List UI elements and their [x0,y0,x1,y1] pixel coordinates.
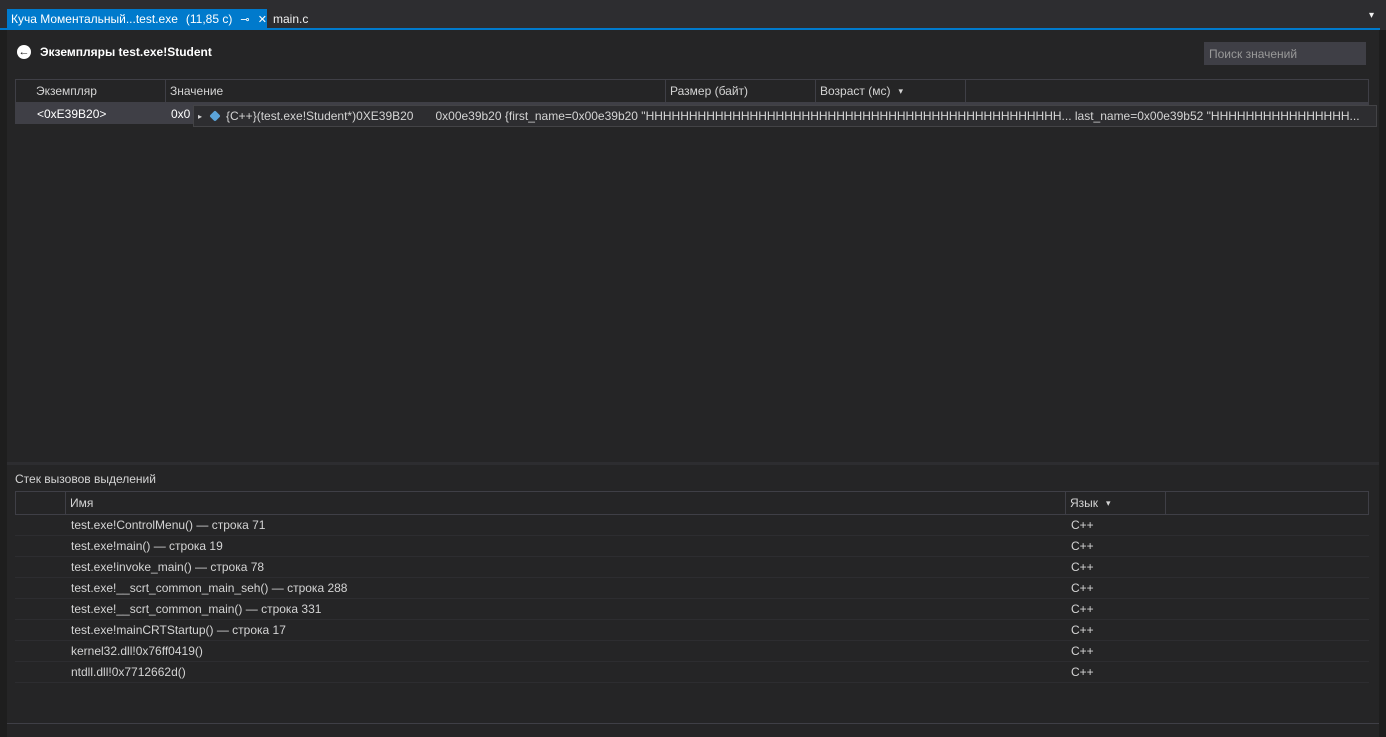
bottom-status-strip [7,723,1379,737]
frame-language: C++ [1071,665,1094,679]
column-header-instance[interactable]: Экземпляр [16,80,166,102]
frame-name: test.exe!__scrt_common_main_seh() — стро… [71,581,348,595]
page-title: Экземпляры test.exe!Student [40,45,212,59]
frame-language: C++ [1071,539,1094,553]
close-icon[interactable]: ✕ [258,13,267,26]
tab-duration: (11,85 с) [185,12,233,26]
pane-splitter[interactable] [7,462,1379,465]
instance-value: 0x0 [171,106,191,121]
chevron-down-icon[interactable]: ▾ [1369,10,1374,21]
table-row[interactable]: test.exe!__scrt_common_main_seh() — стро… [15,578,1369,599]
column-header-icon [16,492,66,514]
sort-descending-icon: ▾ [1106,497,1111,508]
expand-arrow-icon[interactable]: ▸ [198,112,206,121]
frame-language: C++ [1071,602,1094,616]
sort-descending-icon: ▾ [898,85,903,96]
datatip-popup[interactable]: ▸ {C++}(test.exe!Student*)0XE39B20 0x00e… [193,105,1377,127]
frame-language: C++ [1071,623,1094,637]
table-row[interactable]: test.exe!main() — строка 19 C++ [15,536,1369,557]
frame-name: test.exe!__scrt_common_main() — строка 3… [71,602,322,616]
search-input[interactable] [1204,42,1366,65]
column-header-label: Язык [1070,496,1099,510]
callstack-title: Стек вызовов выделений [15,472,156,486]
back-arrow-icon[interactable]: ← [17,45,31,59]
frame-name: test.exe!mainCRTStartup() — строка 17 [71,623,286,637]
callstack-grid-header: Имя Язык ▾ [15,491,1369,515]
document-tab-bar: Куча Моментальный...test.exe (11,85 с) ⊸… [0,0,1386,30]
table-row[interactable]: test.exe!ControlMenu() — строка 71 C++ [15,515,1369,536]
column-header-filler [1166,492,1368,514]
table-row[interactable]: test.exe!mainCRTStartup() — строка 17 C+… [15,620,1369,641]
instances-grid-header: Экземпляр Значение Размер (байт) Возраст… [15,79,1369,103]
tab-title: main.c [273,12,309,26]
table-row[interactable]: kernel32.dll!0x76ff0419() C++ [15,641,1369,662]
pin-icon[interactable]: ⊸ [240,13,249,26]
table-row[interactable]: test.exe!__scrt_common_main() — строка 3… [15,599,1369,620]
frame-language: C++ [1071,560,1094,574]
instance-address: <0xE39B20> [37,106,107,121]
column-header-age[interactable]: Возраст (мс) ▾ [816,80,966,102]
table-row[interactable]: test.exe!invoke_main() — строка 78 C++ [15,557,1369,578]
frame-name: test.exe!ControlMenu() — строка 71 [71,518,266,532]
callstack-grid: Имя Язык ▾ test.exe!ControlMenu() — стро… [15,491,1369,683]
datatip-value: 0x00e39b20 {first_name=0x00e39b20 "ННННН… [435,109,1360,123]
tab-title: Куча Моментальный...test.exe [11,12,178,26]
column-header-filler [966,80,1368,102]
frame-name: test.exe!invoke_main() — строка 78 [71,560,265,574]
column-header-label: Возраст (мс) [820,84,891,98]
instances-view: ← Экземпляры test.exe!Student Экземпляр … [7,30,1379,737]
column-header-language[interactable]: Язык ▾ [1066,492,1166,514]
column-header-value[interactable]: Значение [166,80,666,102]
column-header-name[interactable]: Имя [66,492,1066,514]
frame-language: C++ [1071,644,1094,658]
tab-heap-snapshot[interactable]: Куча Моментальный...test.exe (11,85 с) ⊸… [7,9,267,29]
frame-language: C++ [1071,518,1094,532]
column-header-size[interactable]: Размер (байт) [666,80,816,102]
datatip-name: {C++}(test.exe!Student*)0XE39B20 [226,109,414,123]
frame-name: test.exe!main() — строка 19 [71,539,223,553]
frame-language: C++ [1071,581,1094,595]
frame-name: ntdll.dll!0x7712662d() [71,665,186,679]
frame-name: kernel32.dll!0x76ff0419() [71,644,203,658]
object-cube-icon [209,110,221,122]
table-row[interactable]: ntdll.dll!0x7712662d() C++ [15,662,1369,683]
tab-main-c[interactable]: main.c [273,10,308,28]
view-header: ← Экземпляры test.exe!Student [17,45,212,59]
